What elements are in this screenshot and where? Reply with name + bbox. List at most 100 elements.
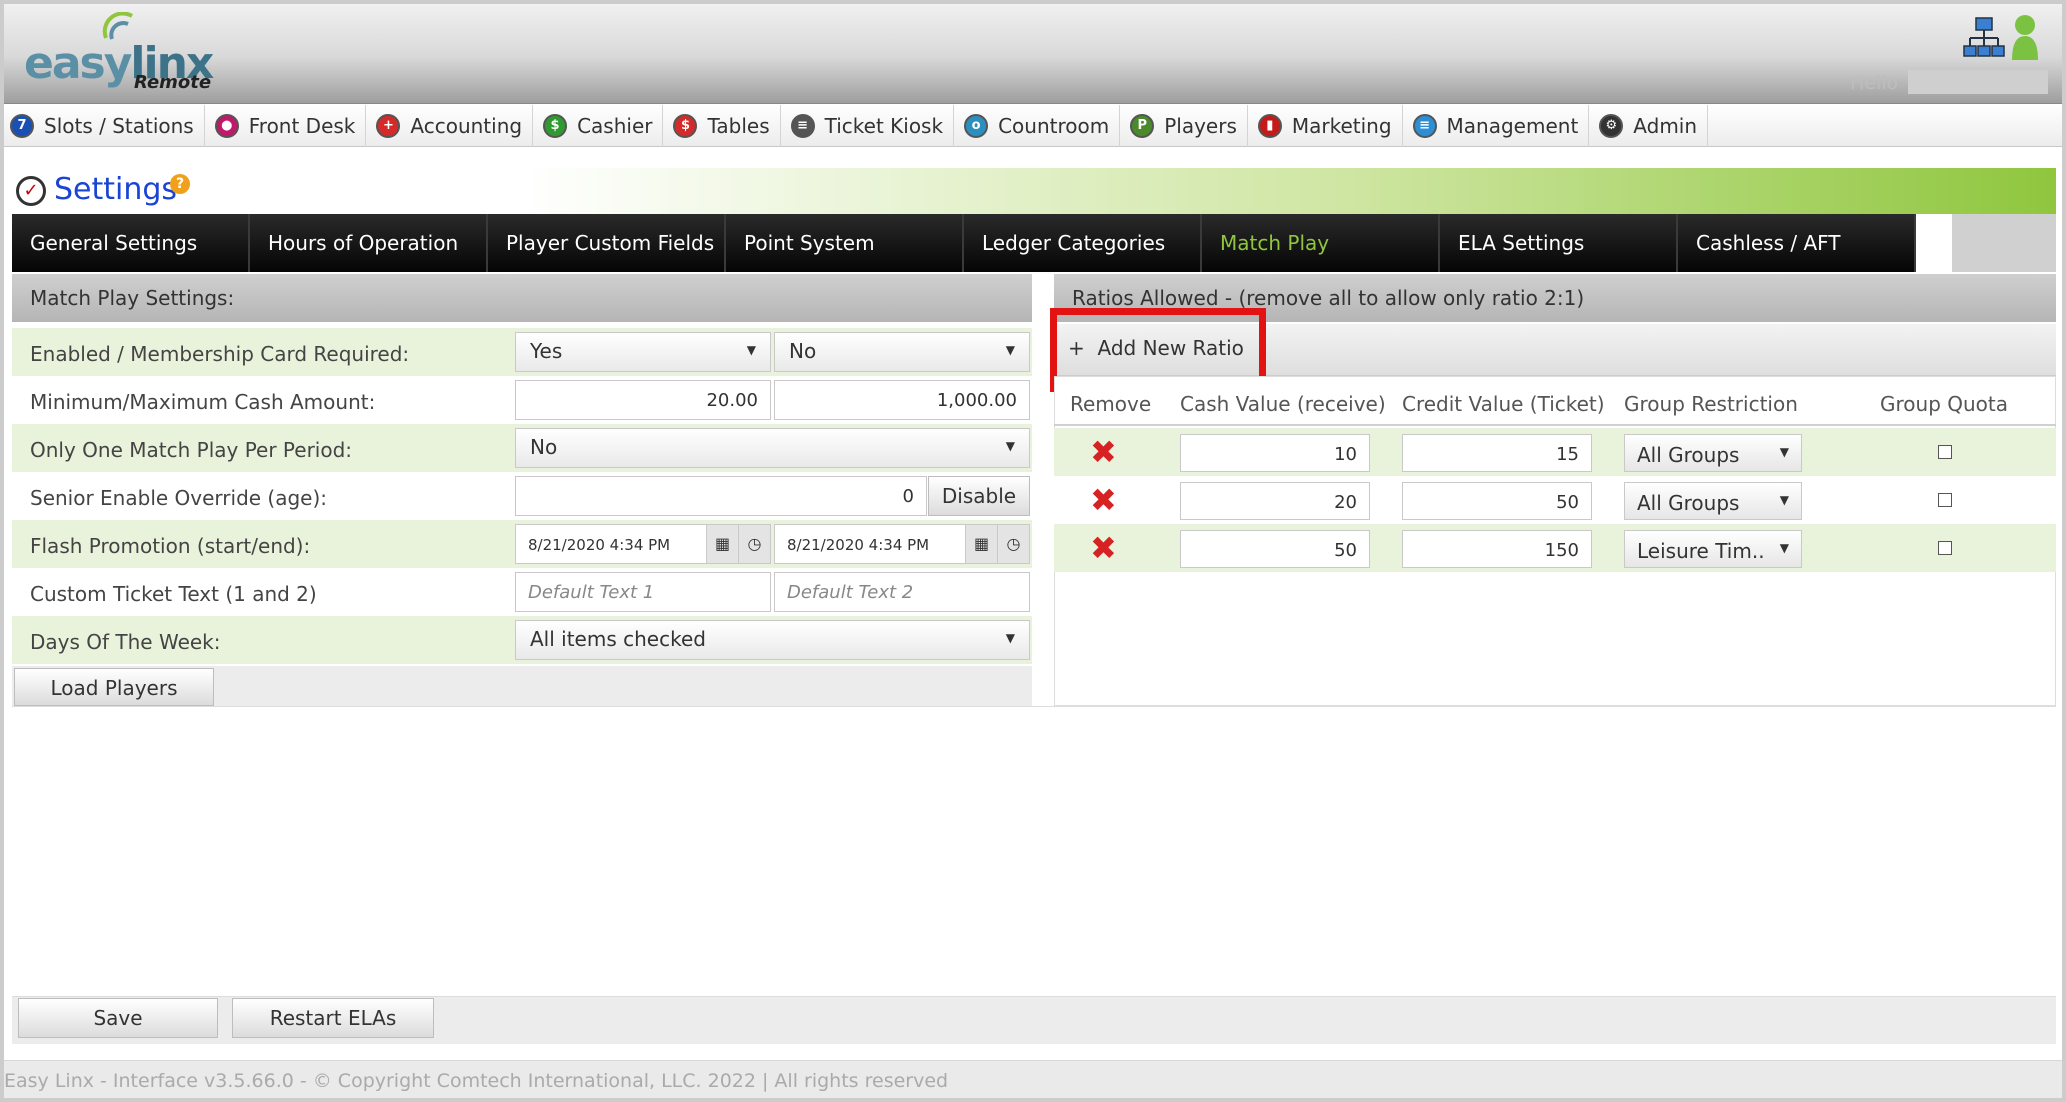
tab-player-custom-fields[interactable]: Player Custom Fields xyxy=(488,214,726,272)
credit-value-input[interactable]: 50 xyxy=(1402,482,1592,520)
group-restriction-select[interactable]: All Groups ▼ xyxy=(1624,482,1802,520)
credit-value-input[interactable]: 150 xyxy=(1402,530,1592,568)
nav-item-ticket-kiosk[interactable]: ≡ Ticket Kiosk xyxy=(781,104,955,147)
nav-item-marketing[interactable]: ▮ Marketing xyxy=(1248,104,1403,147)
cash-value-input[interactable]: 10 xyxy=(1180,434,1370,472)
accounting-icon: + xyxy=(376,113,401,138)
ratio-row: ✖ 20 50 All Groups ▼ xyxy=(1054,476,2056,524)
group-restriction-select[interactable]: Leisure Tim.. ▼ xyxy=(1624,530,1802,568)
row-cash-amount: Minimum/Maximum Cash Amount: 20.00 1,000… xyxy=(12,376,1032,424)
flash-start-datetime[interactable]: 8/21/2020 4:34 PM ▦ ◷ xyxy=(515,524,771,564)
caret-down-icon: ▼ xyxy=(1005,631,1015,645)
max-cash-input[interactable]: 1,000.00 xyxy=(774,380,1030,420)
network-icon[interactable] xyxy=(1962,16,2006,60)
days-of-week-label: Days Of The Week: xyxy=(30,630,221,654)
senior-age-input[interactable]: 0 xyxy=(515,476,927,516)
nav-item-management[interactable]: ≡ Management xyxy=(1403,104,1590,147)
ratio-row: ✖ 50 150 Leisure Tim.. ▼ xyxy=(1054,524,2056,572)
disable-button[interactable]: Disable xyxy=(928,476,1030,516)
enabled-label: Enabled / Membership Card Required: xyxy=(30,342,410,366)
tab-ela-settings[interactable]: ELA Settings xyxy=(1440,214,1678,272)
row-days-of-week: Days Of The Week: All items checked ▼ xyxy=(12,616,1032,664)
group-quota-checkbox[interactable] xyxy=(1938,493,1952,507)
one-per-period-label: Only One Match Play Per Period: xyxy=(30,438,353,462)
easylinx-logo: easylinx Remote xyxy=(24,12,224,94)
tab-hours-of-operation[interactable]: Hours of Operation xyxy=(250,214,488,272)
caret-down-icon: ▼ xyxy=(746,343,756,357)
user-icon[interactable] xyxy=(2010,14,2040,62)
load-players-button[interactable]: Load Players xyxy=(14,668,214,706)
caret-down-icon: ▼ xyxy=(1005,343,1015,357)
settings-check-icon: ✓ xyxy=(16,176,46,206)
cashier-icon: $ xyxy=(543,113,568,138)
nav-item-cashier[interactable]: $ Cashier xyxy=(533,104,664,147)
tabs-filler xyxy=(1952,214,2056,272)
nav-item-players[interactable]: P Players xyxy=(1120,104,1248,147)
credit-value-input[interactable]: 15 xyxy=(1402,434,1592,472)
nav-item-front-desk[interactable]: ● Front Desk xyxy=(205,104,367,147)
group-quota-checkbox[interactable] xyxy=(1938,541,1952,555)
nav-item-slots-stations[interactable]: 7 Slots / Stations xyxy=(0,104,205,147)
row-senior-override: Senior Enable Override (age): 0 Disable xyxy=(12,472,1032,520)
group-restriction-select[interactable]: All Groups ▼ xyxy=(1624,434,1802,472)
management-icon: ≡ xyxy=(1412,113,1437,138)
main-nav: 7 Slots / Stations ● Front Desk + Accountin… xyxy=(0,104,2066,147)
slots-icon: 7 xyxy=(10,113,34,138)
calendar-icon[interactable]: ▦ xyxy=(965,525,997,563)
players-icon: P xyxy=(1130,113,1155,138)
tab-cashless-aft[interactable]: Cashless / AFT xyxy=(1678,214,1916,272)
caret-down-icon: ▼ xyxy=(1779,541,1789,555)
col-remove: Remove xyxy=(1070,392,1152,416)
calendar-icon[interactable]: ▦ xyxy=(706,525,738,563)
tab-ledger-categories[interactable]: Ledger Categories xyxy=(964,214,1202,272)
tab-match-play[interactable]: Match Play xyxy=(1202,214,1440,272)
nav-item-admin[interactable]: ⚙ Admin xyxy=(1589,104,1709,147)
remove-x-icon[interactable]: ✖ xyxy=(1090,532,1122,564)
flash-end-datetime[interactable]: 8/21/2020 4:34 PM ▦ ◷ xyxy=(774,524,1030,564)
ticket-kiosk-icon: ≡ xyxy=(790,113,815,138)
restart-elas-button[interactable]: Restart ELAs xyxy=(232,998,434,1038)
one-per-period-select[interactable]: No ▼ xyxy=(515,428,1030,468)
hello-username xyxy=(1908,70,2048,94)
cash-value-input[interactable]: 20 xyxy=(1180,482,1370,520)
ticket-text-2-input[interactable]: Default Text 2 xyxy=(774,572,1030,612)
nav-item-tables[interactable]: $ Tables xyxy=(663,104,781,147)
hello-greeting: Hello xyxy=(1850,72,1899,94)
clock-icon[interactable]: ◷ xyxy=(997,525,1029,563)
countroom-icon: o xyxy=(964,113,989,138)
row-one-per-period: Only One Match Play Per Period: No ▼ xyxy=(12,424,1032,472)
nav-item-countroom[interactable]: o Countroom xyxy=(954,104,1121,147)
col-group-quota: Group Quota xyxy=(1880,392,2008,416)
tab-point-system[interactable]: Point System xyxy=(726,214,964,272)
footer-copyright: Easy Linx - Interface v3.5.66.0 - © Copy… xyxy=(4,1070,949,1092)
clock-icon[interactable]: ◷ xyxy=(738,525,770,563)
tables-icon: $ xyxy=(673,113,698,138)
caret-down-icon: ▼ xyxy=(1005,439,1015,453)
save-button[interactable]: Save xyxy=(18,998,218,1038)
caret-down-icon: ▼ xyxy=(1779,493,1789,507)
days-of-week-select[interactable]: All items checked ▼ xyxy=(515,620,1030,660)
table-header-divider xyxy=(1054,424,2056,426)
remove-x-icon[interactable]: ✖ xyxy=(1090,436,1122,468)
match-play-settings-header: Match Play Settings: xyxy=(12,274,1032,322)
front-desk-icon: ● xyxy=(214,113,239,138)
ticket-text-label: Custom Ticket Text (1 and 2) xyxy=(30,582,317,606)
tab-general-settings[interactable]: General Settings xyxy=(12,214,250,272)
caret-down-icon: ▼ xyxy=(1779,445,1789,459)
flash-promotion-label: Flash Promotion (start/end): xyxy=(30,534,311,558)
enabled-select[interactable]: Yes ▼ xyxy=(515,332,771,372)
col-group-restriction: Group Restriction xyxy=(1624,392,1798,416)
row-enabled: Enabled / Membership Card Required: Yes ▼… xyxy=(12,328,1032,376)
app-header xyxy=(0,0,2066,104)
nav-item-accounting[interactable]: + Accounting xyxy=(366,104,534,147)
remove-x-icon[interactable]: ✖ xyxy=(1090,484,1122,516)
membership-card-select[interactable]: No ▼ xyxy=(774,332,1030,372)
min-cash-input[interactable]: 20.00 xyxy=(515,380,771,420)
senior-override-label: Senior Enable Override (age): xyxy=(30,486,328,510)
help-icon[interactable]: ? xyxy=(170,174,190,194)
row-flash-promotion: Flash Promotion (start/end): 8/21/2020 4… xyxy=(12,520,1032,568)
ticket-text-1-input[interactable]: Default Text 1 xyxy=(515,572,771,612)
col-credit-value: Credit Value (Ticket) xyxy=(1402,392,1605,416)
group-quota-checkbox[interactable] xyxy=(1938,445,1952,459)
cash-value-input[interactable]: 50 xyxy=(1180,530,1370,568)
